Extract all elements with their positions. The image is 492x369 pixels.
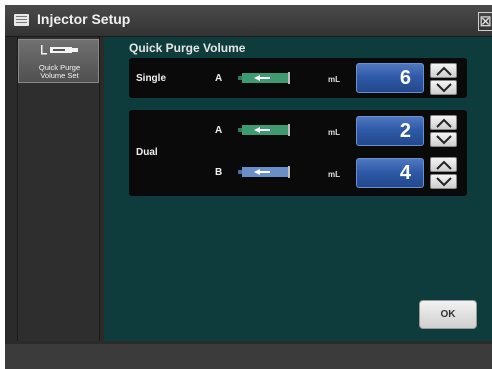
section-title: Quick Purge Volume <box>129 41 246 55</box>
dual-b-decrement-button[interactable] <box>430 174 457 189</box>
chevron-up-icon <box>436 118 452 128</box>
single-a-stepper <box>430 63 457 96</box>
window-title: Injector Setup <box>37 11 131 27</box>
dual-syringe-a-label: A <box>215 125 223 136</box>
syringe-icon <box>41 45 78 55</box>
ok-button[interactable]: OK <box>419 300 477 329</box>
dual-b-unit: mL <box>328 170 340 179</box>
dual-b-value[interactable]: 4 <box>356 158 424 188</box>
chevron-up-icon <box>436 160 452 170</box>
single-a-decrement-button[interactable] <box>430 80 457 95</box>
single-unit: mL <box>328 75 340 84</box>
syringe-a-icon <box>238 72 290 84</box>
dual-a-increment-button[interactable] <box>430 115 457 130</box>
dual-a-unit: mL <box>328 128 340 137</box>
bottom-bar <box>5 344 492 369</box>
dual-syringe-b-label: B <box>215 167 223 178</box>
dual-a-decrement-button[interactable] <box>430 132 457 147</box>
chevron-down-icon <box>436 135 452 145</box>
chevron-down-icon <box>436 83 452 93</box>
chevron-up-icon <box>436 66 452 76</box>
sidebar-label-line2: Volume Set <box>40 71 79 80</box>
syringe-b-icon <box>238 166 290 178</box>
window-icon <box>14 14 29 26</box>
single-a-increment-button[interactable] <box>430 63 457 78</box>
single-a-value[interactable]: 6 <box>356 63 424 93</box>
sidebar: Quick Purge Volume Set <box>17 37 100 341</box>
dual-b-increment-button[interactable] <box>430 157 457 172</box>
chevron-down-icon <box>436 177 452 187</box>
syringe-a-icon <box>238 124 290 136</box>
sidebar-item-label: Quick Purge Volume Set <box>19 64 100 80</box>
dual-a-value[interactable]: 2 <box>356 116 424 146</box>
title-bar: Injector Setup ⊠ <box>5 5 492 37</box>
dual-label: Dual <box>136 147 158 158</box>
dual-a-stepper <box>430 115 457 148</box>
dual-b-stepper <box>430 157 457 190</box>
single-syringe-a-label: A <box>215 73 223 84</box>
sidebar-item-quick-purge-volume-set[interactable]: Quick Purge Volume Set <box>18 39 99 83</box>
close-button[interactable]: ⊠ <box>478 12 492 31</box>
single-label: Single <box>136 73 167 84</box>
